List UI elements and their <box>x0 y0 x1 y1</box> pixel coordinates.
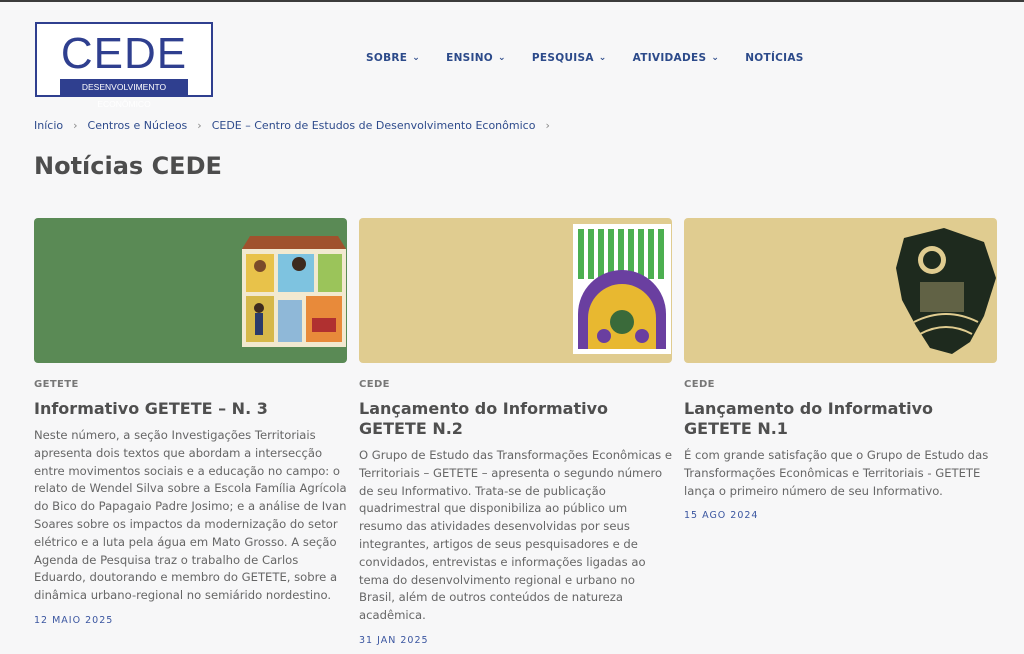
card-date: 15 AGO 2024 <box>684 510 759 522</box>
card-thumbnail[interactable] <box>34 218 347 363</box>
nav-item-pesquisa[interactable]: PESQUISA ⌄ <box>532 52 607 64</box>
card-thumbnail[interactable] <box>684 218 997 363</box>
nav-item-noticias[interactable]: NOTÍCIAS <box>745 52 803 64</box>
card-category: GETETE <box>34 379 79 390</box>
card-excerpt: O Grupo de Estudo das Transformações Eco… <box>359 448 672 623</box>
card-category: CEDE <box>359 379 390 390</box>
news-card: CEDE Lançamento do Informativo GETETE N.… <box>359 218 672 646</box>
nav-item-ensino[interactable]: ENSINO ⌄ <box>446 52 506 64</box>
breadcrumb-inicio[interactable]: Início <box>34 119 63 132</box>
chevron-down-icon: ⌄ <box>412 53 421 63</box>
news-card: CEDE Lançamento do Informativo GETETE N.… <box>684 218 997 521</box>
main-nav: SOBRE ⌄ ENSINO ⌄ PESQUISA ⌄ ATIVIDADES ⌄… <box>366 52 830 64</box>
chevron-down-icon: ⌄ <box>498 53 506 63</box>
nav-label: PESQUISA <box>531 52 594 64</box>
page-title: Notícias CEDE <box>34 152 222 180</box>
card-category: CEDE <box>684 379 715 390</box>
card-title[interactable]: Lançamento do Informativo GETETE N.1 <box>684 399 997 439</box>
nav-item-atividades[interactable]: ATIVIDADES ⌄ <box>633 52 720 64</box>
chevron-right-icon: › <box>545 119 550 132</box>
poster-illustration <box>573 224 671 354</box>
nav-label: ATIVIDADES <box>632 52 707 64</box>
nav-label: NOTÍCIAS <box>745 52 804 64</box>
card-title[interactable]: Informativo GETETE – N. 3 <box>34 399 347 419</box>
card-date: 31 JAN 2025 <box>359 634 429 646</box>
nav-label: ENSINO <box>446 52 494 64</box>
card-excerpt: É com grande satisfação que o Grupo de E… <box>684 448 989 498</box>
breadcrumb: Início › Centros e Núcleos › CEDE – Cent… <box>34 119 560 132</box>
chevron-down-icon: ⌄ <box>598 53 607 63</box>
logo-subtitle: DESENVOLVIMENTO ECONÔMICO <box>60 79 188 109</box>
card-thumbnail[interactable] <box>359 218 672 363</box>
breadcrumb-centros[interactable]: Centros e Núcleos <box>88 119 188 132</box>
card-date: 12 MAIO 2025 <box>34 614 114 626</box>
site-logo[interactable]: CEDE DESENVOLVIMENTO ECONÔMICO <box>35 22 213 109</box>
nav-item-sobre[interactable]: SOBRE ⌄ <box>366 52 420 64</box>
breadcrumb-cede[interactable]: CEDE – Centro de Estudos de Desenvolvime… <box>212 119 536 132</box>
chevron-right-icon: › <box>197 119 202 132</box>
logo-title: CEDE <box>60 29 188 78</box>
chevron-down-icon: ⌄ <box>711 53 720 63</box>
nav-label: SOBRE <box>366 52 408 64</box>
card-title[interactable]: Lançamento do Informativo GETETE N.2 <box>359 399 672 439</box>
card-excerpt: Neste número, a seção Investigações Terr… <box>34 428 347 603</box>
house-illustration <box>242 236 346 347</box>
map-illustration <box>896 228 996 354</box>
chevron-right-icon: › <box>73 119 78 132</box>
news-card: GETETE Informativo GETETE – N. 3 Neste n… <box>34 218 347 626</box>
